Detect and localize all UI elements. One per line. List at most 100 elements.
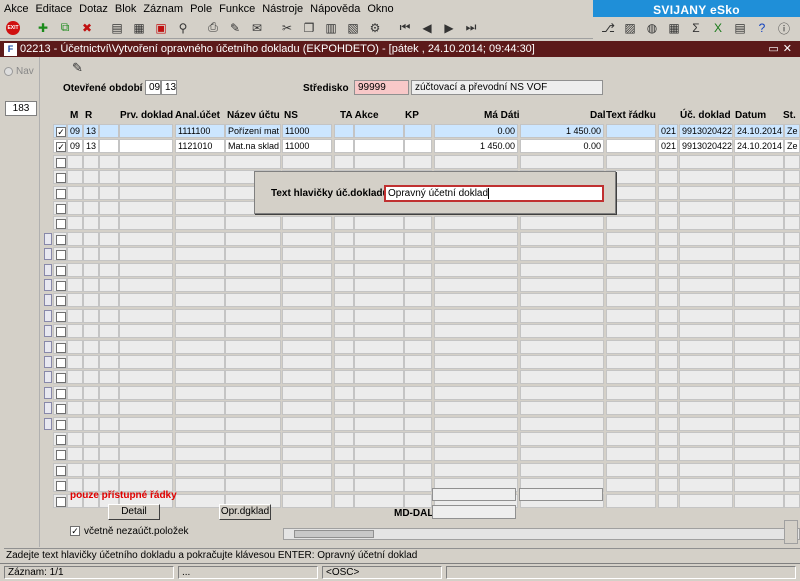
row-checkbox[interactable] xyxy=(56,157,66,168)
cell-prv2[interactable] xyxy=(119,231,173,246)
cell-st[interactable] xyxy=(784,170,800,185)
table-row[interactable] xyxy=(53,370,800,385)
cell-anal[interactable] xyxy=(175,231,225,246)
cell-datum[interactable] xyxy=(734,355,784,369)
cell-nazev[interactable] xyxy=(225,447,281,462)
cell-prv[interactable] xyxy=(99,185,119,200)
doc-button[interactable]: ▤ xyxy=(731,19,749,37)
cell-ta[interactable] xyxy=(334,278,354,292)
cell-doklad[interactable] xyxy=(679,370,733,385)
cell-m[interactable]: 09 xyxy=(67,124,83,138)
row-checkbox[interactable] xyxy=(56,265,66,276)
cell-code[interactable] xyxy=(658,493,678,508)
print-button[interactable]: ⎙ xyxy=(204,19,222,37)
query-execute-button[interactable]: ▦ xyxy=(130,19,148,37)
cell-ma_dati[interactable] xyxy=(434,278,518,292)
row-select-cell[interactable] xyxy=(53,262,67,277)
cell-text[interactable] xyxy=(606,432,656,446)
horizontal-scrollbar[interactable] xyxy=(283,528,800,540)
cell-anal[interactable] xyxy=(175,493,225,508)
cell-anal[interactable] xyxy=(175,216,225,231)
cell-ns[interactable] xyxy=(282,432,332,446)
cell-nazev[interactable] xyxy=(225,324,281,339)
cell-doklad[interactable] xyxy=(679,293,733,308)
row-select-cell[interactable] xyxy=(53,447,67,462)
cell-code[interactable] xyxy=(658,154,678,169)
cell-doklad[interactable] xyxy=(679,447,733,462)
cell-kp[interactable] xyxy=(404,447,432,462)
next-record-button[interactable]: ▶ xyxy=(440,19,458,37)
cell-ta[interactable] xyxy=(334,247,354,262)
cell-kp[interactable] xyxy=(404,478,432,493)
cell-datum[interactable] xyxy=(734,170,784,185)
cell-dal[interactable] xyxy=(520,247,604,262)
cell-kp[interactable] xyxy=(404,154,432,169)
cell-datum[interactable] xyxy=(734,324,784,339)
cell-datum[interactable] xyxy=(734,416,784,431)
cell-text[interactable] xyxy=(606,493,656,508)
cell-anal[interactable]: 1111100 xyxy=(175,124,225,138)
cell-text[interactable] xyxy=(606,462,656,477)
cell-text[interactable] xyxy=(606,293,656,308)
cell-prv2[interactable] xyxy=(119,278,173,292)
menu-item-4[interactable]: Záznam xyxy=(143,3,183,15)
cell-kp[interactable] xyxy=(404,432,432,446)
cell-ma_dati[interactable] xyxy=(434,293,518,308)
cell-m[interactable] xyxy=(67,462,83,477)
table-row[interactable] xyxy=(53,278,800,292)
menu-item-0[interactable]: Akce xyxy=(4,3,28,15)
cell-anal[interactable] xyxy=(175,447,225,462)
cell-code[interactable] xyxy=(658,432,678,446)
cell-dal[interactable] xyxy=(520,308,604,323)
cell-doklad[interactable] xyxy=(679,462,733,477)
cell-ma_dati[interactable] xyxy=(434,447,518,462)
cell-datum[interactable] xyxy=(734,216,784,231)
cell-m[interactable] xyxy=(67,231,83,246)
menu-item-6[interactable]: Funkce xyxy=(219,3,255,15)
table-row[interactable] xyxy=(53,462,800,477)
tools-button[interactable]: ⚙ xyxy=(366,19,384,37)
row-select-cell[interactable] xyxy=(53,370,67,385)
cell-ta[interactable] xyxy=(334,447,354,462)
menu-item-8[interactable]: Nápověda xyxy=(310,3,360,15)
window-controls[interactable]: ▭✕ xyxy=(768,42,796,55)
cell-prv[interactable] xyxy=(99,401,119,416)
cell-m[interactable] xyxy=(67,201,83,215)
cell-datum[interactable] xyxy=(734,308,784,323)
cell-ma_dati[interactable] xyxy=(434,462,518,477)
cell-kp[interactable] xyxy=(404,355,432,369)
cell-text[interactable] xyxy=(606,355,656,369)
row-select-cell[interactable] xyxy=(53,293,67,308)
cell-kp[interactable] xyxy=(404,262,432,277)
cell-prv[interactable] xyxy=(99,355,119,369)
cell-ns[interactable] xyxy=(282,262,332,277)
cell-kp[interactable] xyxy=(404,216,432,231)
cell-st[interactable] xyxy=(784,216,800,231)
row-checkbox[interactable] xyxy=(56,296,66,307)
cell-nazev[interactable] xyxy=(225,385,281,400)
cell-kp[interactable] xyxy=(404,385,432,400)
cell-st[interactable]: Ze xyxy=(784,124,800,138)
cell-nazev[interactable] xyxy=(225,462,281,477)
cell-ns[interactable] xyxy=(282,324,332,339)
cell-dal[interactable] xyxy=(520,154,604,169)
insert-record-button[interactable]: ✚ xyxy=(34,19,52,37)
cell-akce[interactable] xyxy=(354,124,404,138)
cell-st[interactable] xyxy=(784,185,800,200)
cell-ta[interactable] xyxy=(334,416,354,431)
cell-nazev[interactable] xyxy=(225,247,281,262)
row-checkbox[interactable] xyxy=(56,173,66,184)
cell-ta[interactable] xyxy=(334,154,354,169)
cell-kp[interactable] xyxy=(404,308,432,323)
cell-prv2[interactable] xyxy=(119,462,173,477)
vertical-scrollbar[interactable] xyxy=(784,520,798,544)
cell-anal[interactable] xyxy=(175,324,225,339)
row-select-cell[interactable] xyxy=(53,478,67,493)
cell-ta[interactable] xyxy=(334,478,354,493)
cell-prv[interactable] xyxy=(99,262,119,277)
cell-kp[interactable] xyxy=(404,416,432,431)
cell-kp[interactable] xyxy=(404,231,432,246)
cell-r[interactable] xyxy=(83,293,99,308)
delete-record-button[interactable]: ✖ xyxy=(78,19,96,37)
cell-prv[interactable] xyxy=(99,124,119,138)
